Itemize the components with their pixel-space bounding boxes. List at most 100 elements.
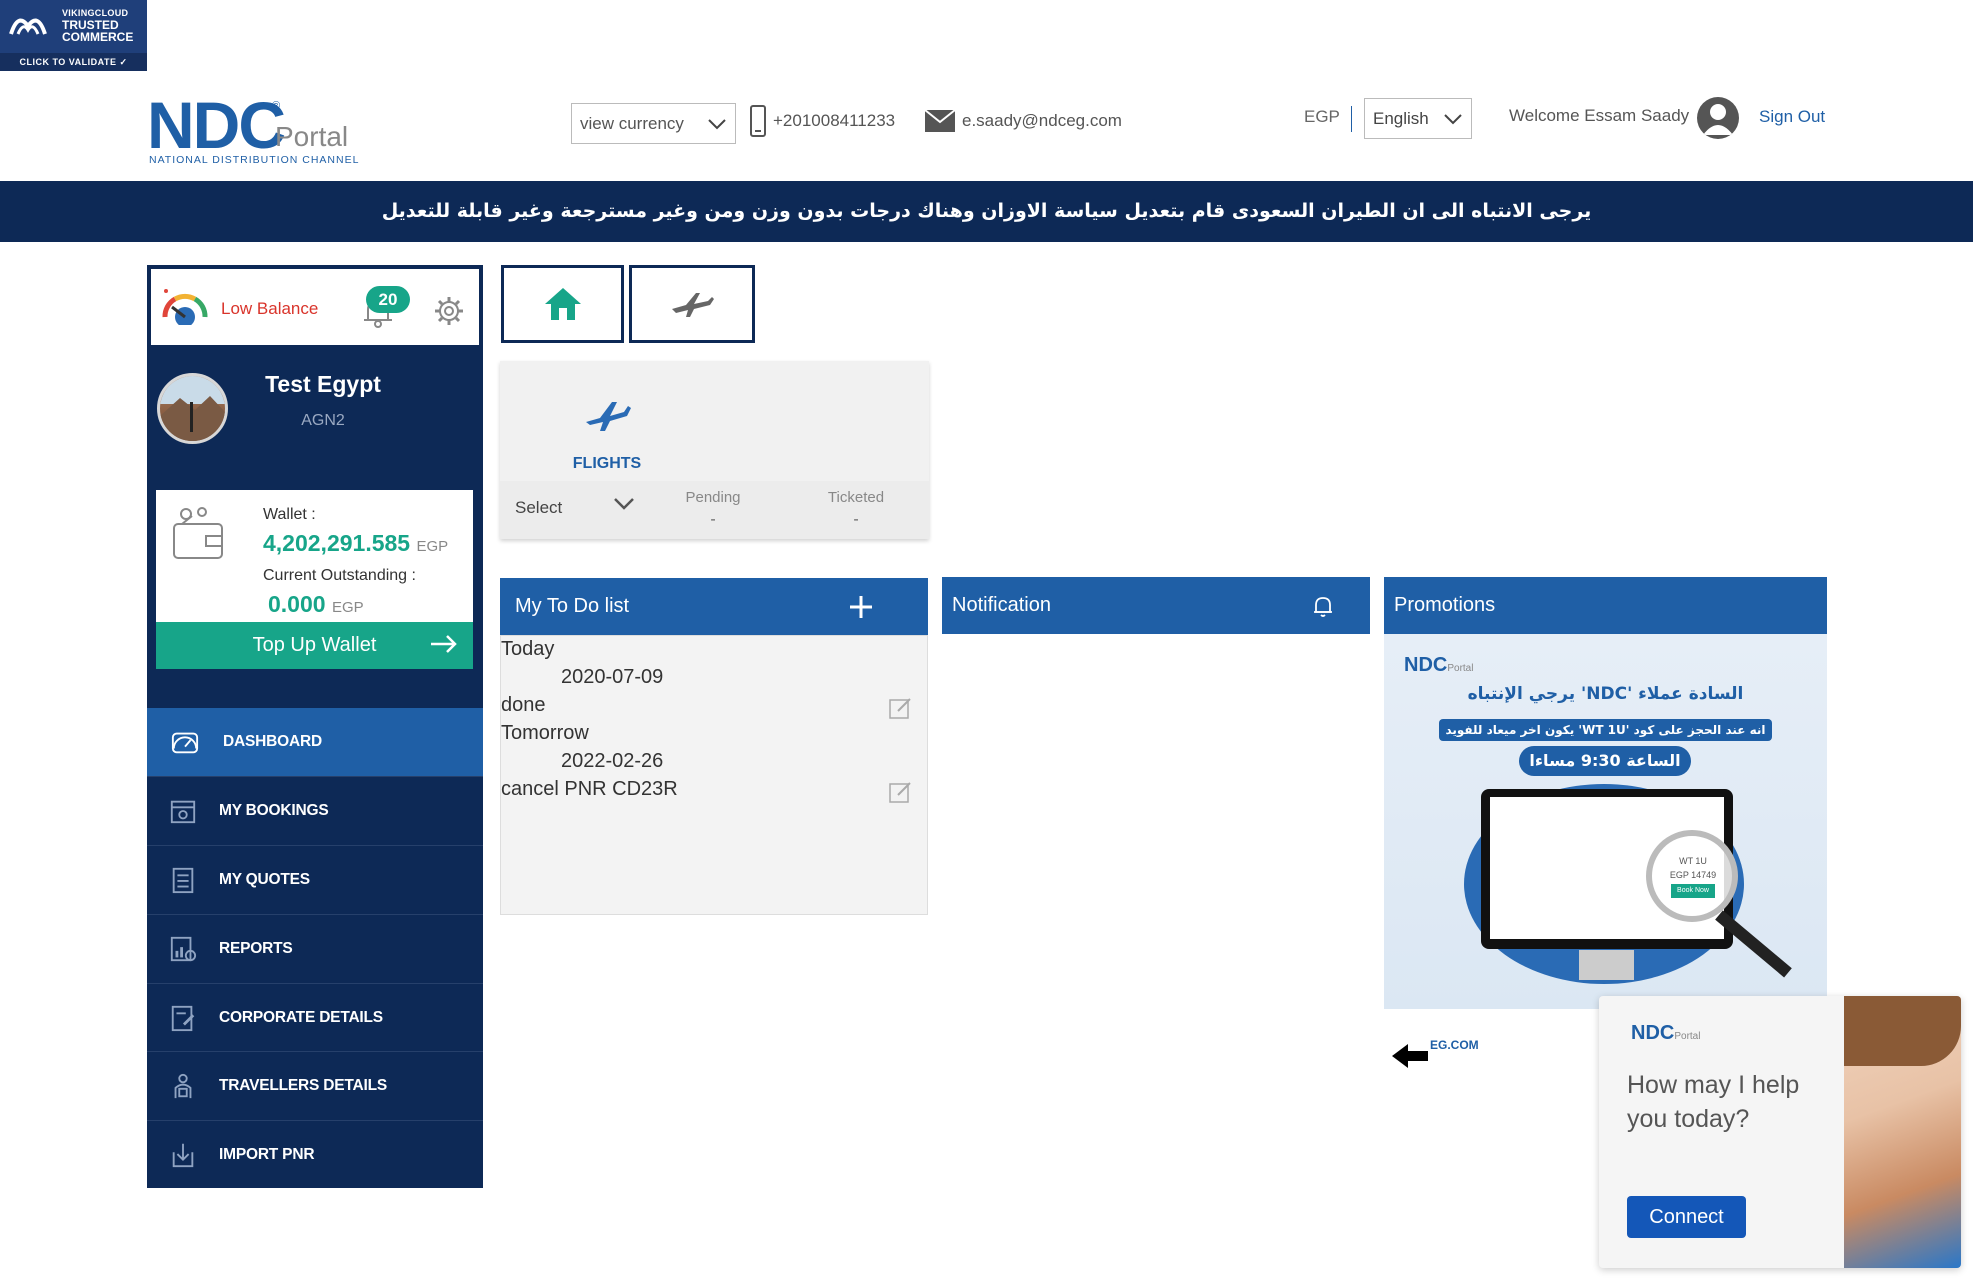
ndc-portal-logo[interactable]: NDC ® Portal NATIONAL DISTRIBUTION CHANN… xyxy=(147,90,367,170)
promo-logo: NDCPortal xyxy=(1404,654,1474,676)
trust-validate: CLICK TO VALIDATE ✓ xyxy=(0,53,147,71)
promo-monitor-stand xyxy=(1579,950,1634,980)
logo-portal: Portal xyxy=(275,121,349,152)
nav-label: TRAVELLERS DETAILS xyxy=(219,1076,388,1094)
sign-out-link[interactable]: Sign Out xyxy=(1759,107,1825,127)
pending-value: - xyxy=(710,511,716,528)
promo-headline: السادة عملاء 'NDC' يرجي الإنتباه xyxy=(1467,684,1744,704)
agent-hair xyxy=(1844,996,1961,1066)
chat-connect-button[interactable]: Connect xyxy=(1627,1196,1746,1238)
notification-title: Notification xyxy=(952,594,1051,616)
tab-home[interactable] xyxy=(501,265,624,343)
todo-group-label: Today xyxy=(501,638,555,660)
email-contact[interactable]: e.saady@ndceg.com xyxy=(924,103,1122,139)
view-currency-label: view currency xyxy=(580,113,684,133)
wallet-amount: 4,202,291.585 EGP xyxy=(263,530,448,557)
mobile-phone-icon xyxy=(750,105,766,137)
outstanding-currency: EGP xyxy=(331,599,364,616)
airplane-icon xyxy=(586,402,631,431)
support-agent-photo xyxy=(1844,996,1961,1268)
todo-task: cancel PNR CD23R xyxy=(501,778,678,800)
add-icon[interactable] xyxy=(848,594,874,620)
promo-subline: انه عند الحجز على كود 'WT 1U' يكون اخر م… xyxy=(1439,719,1772,741)
chevron-down-icon xyxy=(1444,113,1462,124)
promo-site-text: EG.COM xyxy=(1430,1038,1479,1052)
arrow-left-icon[interactable] xyxy=(1390,1042,1430,1070)
envelope-icon xyxy=(924,109,956,132)
document-edit-icon xyxy=(171,1005,195,1031)
trust-logo-icon xyxy=(9,18,47,35)
ticketed-label: Ticketed xyxy=(827,489,885,506)
nav-item-reports[interactable]: REPORTS xyxy=(147,914,483,982)
nav-item-travellers-details[interactable]: TRAVELLERS DETAILS xyxy=(147,1051,483,1119)
outstanding-amount: 0.000 EGP xyxy=(268,591,364,618)
profile-code: AGN2 xyxy=(301,412,345,429)
chat-widget[interactable]: NDCPortal How may I help you today? Conn… xyxy=(1599,996,1961,1268)
profile-name: Test Egypt xyxy=(265,371,381,397)
calendar-icon xyxy=(170,800,196,823)
traveller-icon xyxy=(174,1073,192,1098)
promotions-title: Promotions xyxy=(1394,594,1496,616)
phone-number: +201008411233 xyxy=(773,111,896,130)
view-currency-select[interactable]: view currency xyxy=(571,103,736,144)
flights-label: FLIGHTS xyxy=(572,455,642,472)
edit-icon[interactable] xyxy=(888,780,912,804)
trust-badge[interactable]: VIKINGCLOUD TRUSTED COMMERCE CLICK TO VA… xyxy=(0,0,147,71)
outstanding-amount-value: 0.000 xyxy=(268,591,326,617)
top-up-wallet-button[interactable]: Top Up Wallet xyxy=(156,622,473,669)
wallet-amount-value: 4,202,291.585 xyxy=(263,530,411,556)
notification-count-badge[interactable]: 20 xyxy=(366,286,410,313)
welcome-text: Welcome Essam Saady xyxy=(1509,106,1690,125)
announcement-banner: يرجى الانتباه الى ان الطيران السعودى قام… xyxy=(0,181,1973,242)
nav-item-my-quotes[interactable]: MY QUOTES xyxy=(147,845,483,913)
checklist-icon xyxy=(172,867,194,893)
balance-gauge-icon xyxy=(162,289,208,325)
promo-mag-button: Book Now xyxy=(1671,884,1715,898)
logo-brand: NDC xyxy=(147,88,286,162)
chat-logo: NDCPortal xyxy=(1631,1022,1701,1044)
chevron-down-icon xyxy=(708,118,726,129)
promo-mag-line2: EGP 14749 xyxy=(1669,870,1717,880)
currency-label[interactable]: EGP xyxy=(1304,107,1340,127)
bell-icon[interactable] xyxy=(1310,593,1336,619)
nav-item-my-bookings[interactable]: MY BOOKINGS xyxy=(147,776,483,844)
edit-icon[interactable] xyxy=(888,696,912,720)
outstanding-label: Current Outstanding : xyxy=(263,567,416,584)
gear-icon[interactable] xyxy=(433,295,465,327)
todo-group-label: Tomorrow xyxy=(501,722,589,744)
nav-label: MY BOOKINGS xyxy=(219,801,329,819)
todo-date: 2020-07-09 xyxy=(561,666,664,688)
nav-item-corporate-details[interactable]: CORPORATE DETAILS xyxy=(147,983,483,1051)
todo-date: 2022-02-26 xyxy=(561,750,664,772)
chat-message: How may I help you today? xyxy=(1627,1071,1800,1133)
wallet-currency: EGP xyxy=(416,538,449,555)
low-balance-label[interactable]: Low Balance xyxy=(221,299,318,319)
tab-flights[interactable] xyxy=(629,265,755,343)
gauge-icon xyxy=(171,732,199,754)
airplane-icon xyxy=(672,293,714,317)
wallet-label: Wallet : xyxy=(263,506,316,523)
logo-tagline: NATIONAL DISTRIBUTION CHANNEL xyxy=(149,154,360,166)
arrow-right-icon xyxy=(431,635,457,653)
chevron-down-icon[interactable] xyxy=(613,497,635,511)
pending-label: Pending xyxy=(685,489,741,506)
nav-label: MY QUOTES xyxy=(219,870,310,888)
promotions-header: Promotions xyxy=(1384,577,1827,634)
user-avatar-icon[interactable] xyxy=(1697,97,1739,139)
flights-select[interactable]: Select xyxy=(515,498,562,518)
nav-item-dashboard[interactable]: DASHBOARD xyxy=(147,708,483,776)
nav-label: DASHBOARD xyxy=(223,733,322,750)
top-up-label: Top Up Wallet xyxy=(252,634,377,656)
nav-label: CORPORATE DETAILS xyxy=(219,1008,383,1026)
todo-title: My To Do list xyxy=(515,595,630,617)
profile-avatar[interactable] xyxy=(157,373,228,444)
language-label: English xyxy=(1373,108,1429,128)
promo-mag-line1: WT 1U xyxy=(1679,856,1707,866)
promotion-banner[interactable]: NDCPortal السادة عملاء 'NDC' يرجي الإنتب… xyxy=(1384,634,1827,1009)
promo-time: الساعة 9:30 مساءا xyxy=(1519,746,1691,776)
language-select[interactable]: English xyxy=(1364,98,1472,139)
report-chart-icon xyxy=(170,936,197,961)
phone-contact: +201008411233 xyxy=(749,103,895,139)
header-divider xyxy=(1351,106,1352,132)
nav-item-import-pnr[interactable]: IMPORT PNR xyxy=(147,1120,483,1188)
